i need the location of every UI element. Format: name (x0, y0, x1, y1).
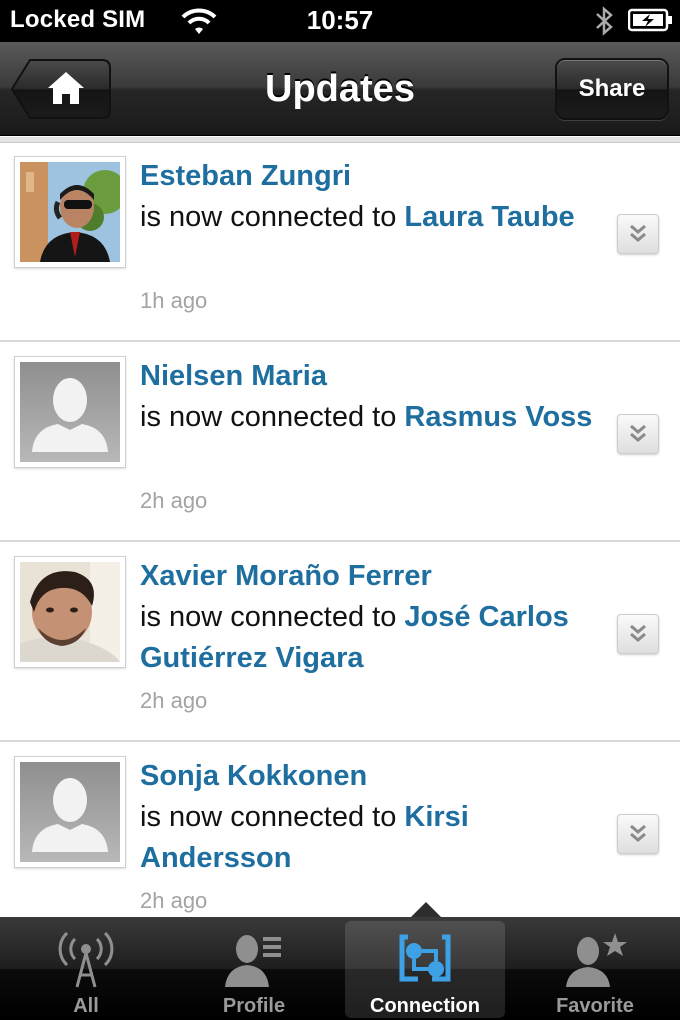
favorite-icon (566, 933, 627, 987)
antenna-icon (58, 931, 114, 988)
tab-label: Connection (370, 995, 480, 1017)
expand-button[interactable] (617, 814, 659, 854)
connector-text: is now connected to (140, 801, 397, 833)
member-name-link[interactable]: Esteban Zungri (140, 156, 610, 197)
double-chevron-down-icon (630, 224, 646, 242)
update-text: Esteban Zungri is now connected to Laura… (140, 156, 610, 238)
updates-feed[interactable]: Esteban Zungri is now connected to Laura… (0, 137, 680, 917)
connector-text: is now connected to (140, 201, 397, 233)
connection-icon (399, 934, 451, 982)
update-text: Xavier Moraño Ferrer is now connected to… (140, 556, 610, 679)
active-tab-pointer (410, 902, 442, 918)
connection-name-link[interactable]: Laura Taube (404, 201, 574, 233)
double-chevron-down-icon (630, 824, 646, 842)
default-avatar-icon (20, 362, 120, 462)
tab-all[interactable]: All (6, 921, 166, 1018)
navigation-bar: Updates Share (0, 42, 680, 136)
update-text: Sonja Kokkonen is now connected to Kirsi… (140, 756, 610, 879)
tab-favorite[interactable]: Favorite (515, 921, 675, 1018)
tab-label: All (73, 995, 99, 1017)
avatar[interactable] (14, 556, 126, 668)
avatar[interactable] (14, 756, 126, 868)
expand-button[interactable] (617, 414, 659, 454)
bluetooth-icon (596, 6, 613, 36)
update-item[interactable]: Xavier Moraño Ferrer is now connected to… (0, 542, 680, 742)
tab-label: Profile (222, 995, 286, 1017)
tab-profile[interactable]: Profile (174, 921, 334, 1018)
timestamp: 2h ago (140, 688, 208, 713)
expand-button[interactable] (617, 614, 659, 654)
member-name-link[interactable]: Xavier Moraño Ferrer (140, 556, 610, 597)
update-text: Nielsen Maria is now connected to Rasmus… (140, 356, 610, 438)
share-button[interactable]: Share (555, 58, 669, 120)
update-item[interactable]: Nielsen Maria is now connected to Rasmus… (0, 342, 680, 542)
member-name-link[interactable]: Sonja Kokkonen (140, 756, 610, 797)
avatar-photo (20, 562, 120, 662)
tab-bar: All Profile Connection Favorite (0, 917, 680, 1020)
timestamp: 2h ago (140, 888, 208, 913)
default-avatar-icon (20, 762, 120, 862)
double-chevron-down-icon (630, 624, 646, 642)
tab-label: Favorite (556, 995, 634, 1017)
double-chevron-down-icon (630, 424, 646, 442)
profile-icon (225, 935, 281, 987)
connector-text: is now connected to (140, 401, 397, 433)
avatar[interactable] (14, 156, 126, 268)
connector-text: is now connected to (140, 601, 397, 633)
timestamp: 2h ago (140, 488, 208, 513)
expand-button[interactable] (617, 214, 659, 254)
connection-name-link[interactable]: Rasmus Voss (404, 401, 592, 433)
avatar[interactable] (14, 356, 126, 468)
update-item[interactable]: Sonja Kokkonen is now connected to Kirsi… (0, 742, 680, 917)
member-name-link[interactable]: Nielsen Maria (140, 356, 610, 397)
status-clock: 10:57 (306, 5, 374, 35)
avatar-photo (20, 162, 120, 262)
battery-charging-icon (628, 8, 672, 32)
status-bar: Locked SIM 10:57 (0, 0, 680, 42)
tab-connection[interactable]: Connection (345, 921, 505, 1018)
timestamp: 1h ago (140, 288, 208, 313)
update-item[interactable]: Esteban Zungri is now connected to Laura… (0, 142, 680, 342)
